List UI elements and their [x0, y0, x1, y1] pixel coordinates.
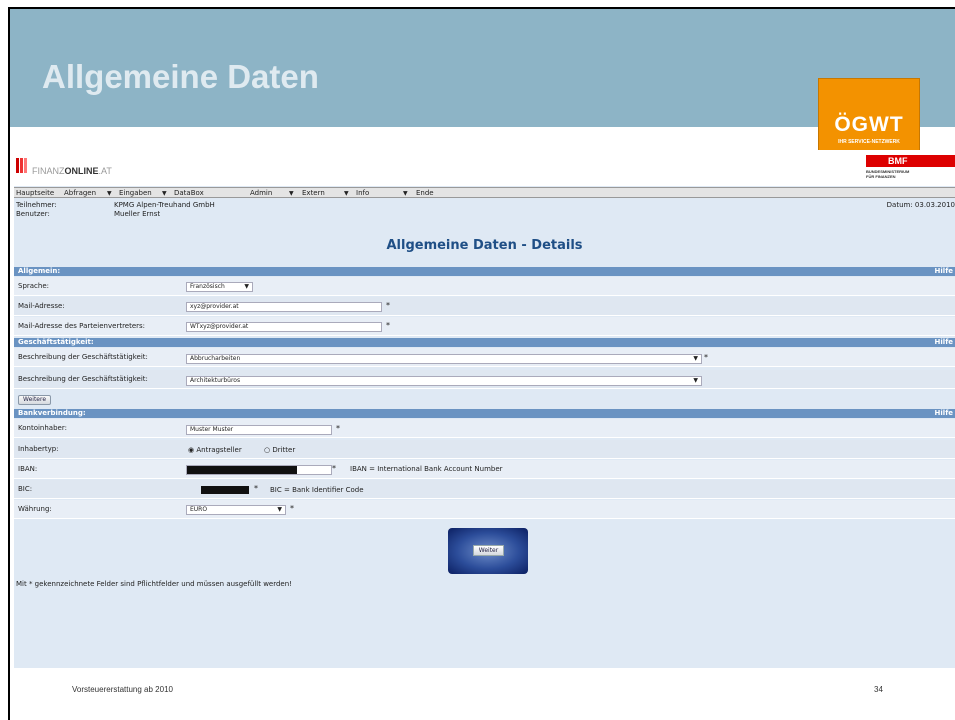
chevron-down-icon: ▼	[289, 190, 294, 197]
slide-border-top	[8, 7, 955, 9]
bmf-logo-text: BMF	[866, 155, 955, 167]
required-fields-note: Mit * gekennzeichnete Felder sind Pflich…	[16, 580, 292, 588]
required-mark: *	[386, 301, 390, 310]
ogwt-logo-text: ÖGWT	[834, 113, 904, 136]
menu-info[interactable]: Info	[356, 189, 369, 197]
page-title: Allgemeine Daten - Details	[386, 238, 583, 253]
help-link[interactable]: Hilfe	[935, 409, 953, 418]
ogwt-logo-subtitle: IHR SERVICE-NETZWERK	[838, 139, 900, 145]
chevron-down-icon: ▼	[244, 283, 249, 290]
radio-checked-icon: ◉	[188, 446, 195, 454]
activity-row-2: Beschreibung der Geschäftstätigkeit: Arc…	[14, 370, 955, 389]
help-link[interactable]: Hilfe	[935, 267, 953, 276]
mail-label: Mail-Adresse:	[18, 302, 65, 310]
bic-redacted[interactable]	[201, 486, 249, 494]
activity-select-2[interactable]: Architekturbüros ▼	[186, 376, 702, 386]
required-mark: *	[254, 484, 258, 493]
party-mail-row: Mail-Adresse des Parteienvertreters: WTx…	[14, 317, 955, 336]
radio-dritter[interactable]: ○ Dritter	[264, 446, 295, 454]
required-mark: *	[332, 464, 336, 473]
participant-row: Teilnehmer: KPMG Alpen-Treuhand GmbH Dat…	[14, 201, 955, 210]
finanzonline-screenshot: FINANZONLINE.AT BMF BUNDESMINISTERIUM FÜR…	[14, 150, 955, 668]
required-mark: *	[290, 504, 294, 513]
section-header-allgemein: Allgemein: Hilfe	[14, 267, 955, 276]
currency-row: Währung: EURO ▼ *	[14, 500, 955, 519]
section-header-geschaeftstaetigkeit: Geschäftstätigkeit: Hilfe	[14, 338, 955, 347]
required-mark: *	[386, 321, 390, 330]
slide-title: Allgemeine Daten	[42, 58, 319, 95]
required-mark: *	[336, 424, 340, 433]
radio-unchecked-icon: ○	[264, 446, 271, 454]
menu-extern[interactable]: Extern	[302, 189, 325, 197]
main-menu: Hauptseite Abfragen ▼ Eingaben ▼ DataBox…	[14, 187, 955, 198]
holder-type-label: Inhabertyp:	[18, 445, 59, 453]
party-mail-label: Mail-Adresse des Parteienvertreters:	[18, 322, 146, 330]
app-header: FINANZONLINE.AT BMF BUNDESMINISTERIUM FÜR…	[14, 150, 955, 186]
account-holder-row: Kontoinhaber: Muster Muster *	[14, 419, 955, 438]
menu-hauptseite[interactable]: Hauptseite	[16, 189, 54, 197]
menu-abfragen[interactable]: Abfragen	[64, 189, 96, 197]
party-mail-input[interactable]: WTxyz@provider.at	[186, 322, 382, 332]
language-label: Sprache:	[18, 282, 50, 290]
slide-border-left	[8, 7, 10, 720]
radio-antragsteller[interactable]: ◉ Antragsteller	[188, 446, 242, 454]
mail-input[interactable]: xyz@provider.at	[186, 302, 382, 312]
menu-ende[interactable]: Ende	[416, 189, 434, 197]
bmf-logo: BMF BUNDESMINISTERIUM FÜR FINANZEN	[866, 155, 955, 185]
activity-label-2: Beschreibung der Geschäftstätigkeit:	[18, 375, 148, 383]
user-value: Mueller Ernst	[114, 210, 161, 218]
participant-label: Teilnehmer:	[16, 201, 57, 209]
iban-redacted	[187, 466, 297, 474]
required-mark: *	[704, 353, 708, 362]
slide-page-number: 34	[874, 685, 883, 694]
mail-row: Mail-Adresse: xyz@provider.at *	[14, 297, 955, 316]
iban-label: IBAN:	[18, 465, 38, 473]
more-activities-button[interactable]: Weitere	[18, 395, 52, 405]
chevron-down-icon: ▼	[344, 190, 349, 197]
user-label: Benutzer:	[16, 210, 50, 218]
chevron-down-icon: ▼	[403, 190, 408, 197]
submit-panel: Weiter	[448, 528, 528, 574]
menu-databox[interactable]: DataBox	[174, 189, 204, 197]
chevron-down-icon: ▼	[277, 506, 282, 513]
section-header-bankverbindung: Bankverbindung: Hilfe	[14, 409, 955, 418]
chevron-down-icon: ▼	[162, 190, 167, 197]
bic-hint: BIC = Bank Identifier Code	[270, 486, 364, 494]
holder-type-row: Inhabertyp: ◉ Antragsteller ○ Dritter	[14, 440, 955, 459]
iban-hint: IBAN = International Bank Account Number	[350, 465, 503, 473]
language-row: Sprache: Französisch ▼	[14, 277, 955, 296]
bmf-logo-subtitle: BUNDESMINISTERIUM FÜR FINANZEN	[866, 169, 910, 179]
currency-label: Währung:	[18, 505, 52, 513]
slide: Allgemeine Daten ÖGWT IHR SERVICE-NETZWE…	[0, 0, 955, 720]
chevron-down-icon: ▼	[107, 190, 112, 197]
slide-footer-text: Vorsteuererstattung ab 2010	[72, 685, 173, 694]
user-row: Benutzer: Mueller Ernst	[14, 210, 955, 219]
activity-select-1[interactable]: Abbrucharbeiten ▼	[186, 354, 702, 364]
account-holder-input[interactable]: Muster Muster	[186, 425, 332, 435]
activity-label-1: Beschreibung der Geschäftstätigkeit:	[18, 353, 148, 361]
participant-value: KPMG Alpen-Treuhand GmbH	[114, 201, 215, 209]
bic-row: BIC: * BIC = Bank Identifier Code	[14, 480, 955, 499]
iban-row: IBAN: * IBAN = International Bank Accoun…	[14, 460, 955, 479]
activity-row-1: Beschreibung der Geschäftstätigkeit: Abb…	[14, 348, 955, 367]
bic-label: BIC:	[18, 485, 33, 493]
chevron-down-icon: ▼	[693, 355, 698, 362]
ogwt-logo: ÖGWT IHR SERVICE-NETZWERK	[818, 78, 920, 153]
account-holder-label: Kontoinhaber:	[18, 424, 67, 432]
finanzonline-brand: FINANZONLINE.AT	[32, 166, 112, 176]
help-link[interactable]: Hilfe	[935, 338, 953, 347]
date-text: Datum: 03.03.2010	[886, 201, 955, 209]
chevron-down-icon: ▼	[693, 377, 698, 384]
finanzonline-logo-icon	[16, 158, 27, 173]
menu-admin[interactable]: Admin	[250, 189, 272, 197]
submit-button[interactable]: Weiter	[473, 545, 504, 556]
language-select[interactable]: Französisch ▼	[186, 282, 253, 292]
menu-eingaben[interactable]: Eingaben	[119, 189, 152, 197]
currency-select[interactable]: EURO ▼	[186, 505, 286, 515]
